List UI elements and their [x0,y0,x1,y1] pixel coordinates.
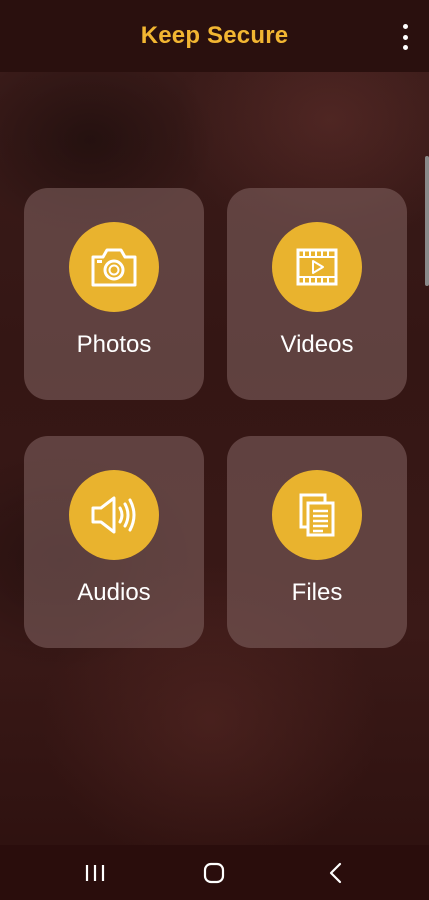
videos-tile[interactable]: Videos [227,188,407,400]
tile-label: Audios [77,579,151,606]
menu-dot [402,45,408,50]
back-button[interactable] [316,855,356,891]
recents-button[interactable] [75,855,115,891]
home-icon [203,862,225,884]
film-play-icon [272,222,362,312]
more-options-button[interactable] [399,24,411,50]
speaker-icon [69,470,159,560]
audios-tile[interactable]: Audios [24,436,204,648]
camera-icon [69,222,159,312]
home-button[interactable] [194,855,234,891]
recents-icon [85,865,105,881]
system-navigation-bar [0,845,429,900]
app-bar: Keep Secure [0,0,429,72]
tile-label: Photos [76,331,152,358]
tile-label: Files [291,579,343,606]
documents-icon [272,470,362,560]
back-icon [329,862,342,884]
photos-tile[interactable]: Photos [24,188,204,400]
menu-dot [402,24,408,29]
tile-label: Videos [280,331,354,358]
files-tile[interactable]: Files [227,436,407,648]
app-title: Keep Secure [140,22,289,49]
scrollbar[interactable] [425,156,429,286]
menu-dot [402,34,408,40]
